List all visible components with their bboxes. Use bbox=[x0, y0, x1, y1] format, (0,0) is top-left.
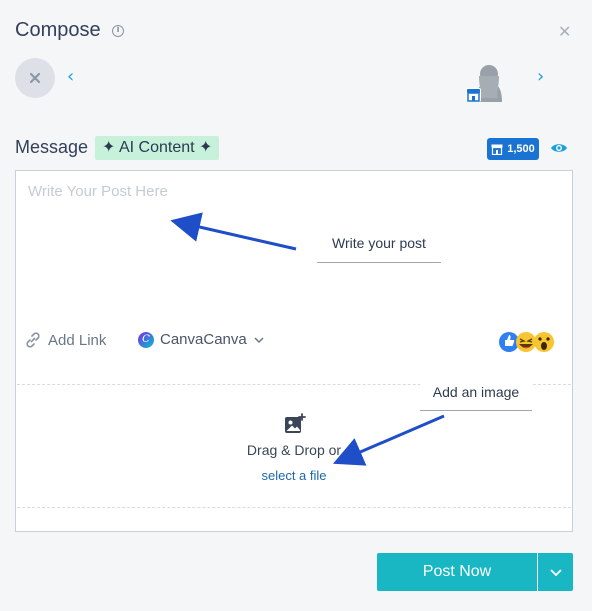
add-link-button[interactable]: Add Link bbox=[24, 331, 106, 349]
message-label: Message bbox=[15, 137, 89, 157]
character-count: 1,500 bbox=[507, 143, 535, 155]
emoji-reactions-icon[interactable] bbox=[497, 329, 557, 355]
post-editor: Add Link C CanvaCanva bbox=[15, 170, 573, 532]
character-count-badge: 1,500 bbox=[487, 138, 539, 160]
chevron-down-icon bbox=[549, 568, 562, 576]
post-options-dropdown[interactable] bbox=[538, 553, 573, 591]
select-file-link[interactable]: select a file bbox=[17, 468, 571, 483]
chevron-down-icon bbox=[254, 336, 264, 343]
add-image-annotation: Add an image bbox=[420, 378, 532, 411]
editor-toolbar: Add Link C CanvaCanva bbox=[24, 331, 569, 355]
write-post-annotation: Write your post bbox=[317, 228, 441, 263]
post-text-input[interactable] bbox=[28, 183, 548, 313]
close-icon bbox=[29, 72, 41, 84]
remove-profile-button[interactable] bbox=[15, 58, 55, 98]
post-now-button[interactable]: Post Now bbox=[377, 553, 537, 591]
add-image-icon bbox=[285, 413, 306, 433]
store-icon bbox=[466, 88, 481, 102]
chevron-left-icon[interactable]: ‹ bbox=[67, 66, 74, 87]
eye-icon[interactable] bbox=[550, 141, 568, 155]
dropzone-text: Drag & Drop or bbox=[246, 442, 342, 458]
canva-logo-icon: C bbox=[138, 331, 154, 348]
canva-label: CanvaCanva bbox=[160, 331, 247, 348]
link-icon bbox=[26, 332, 40, 348]
ai-content-button[interactable]: ✦ AI Content ✦ bbox=[95, 136, 220, 160]
canva-dropdown[interactable]: C CanvaCanva bbox=[138, 331, 265, 348]
chevron-right-icon[interactable]: › bbox=[537, 66, 544, 87]
close-icon[interactable]: ✕ bbox=[558, 22, 571, 41]
compose-title: Compose bbox=[15, 19, 101, 41]
add-link-label: Add Link bbox=[48, 331, 107, 349]
store-icon bbox=[491, 144, 503, 155]
info-icon[interactable]: i bbox=[112, 25, 124, 37]
